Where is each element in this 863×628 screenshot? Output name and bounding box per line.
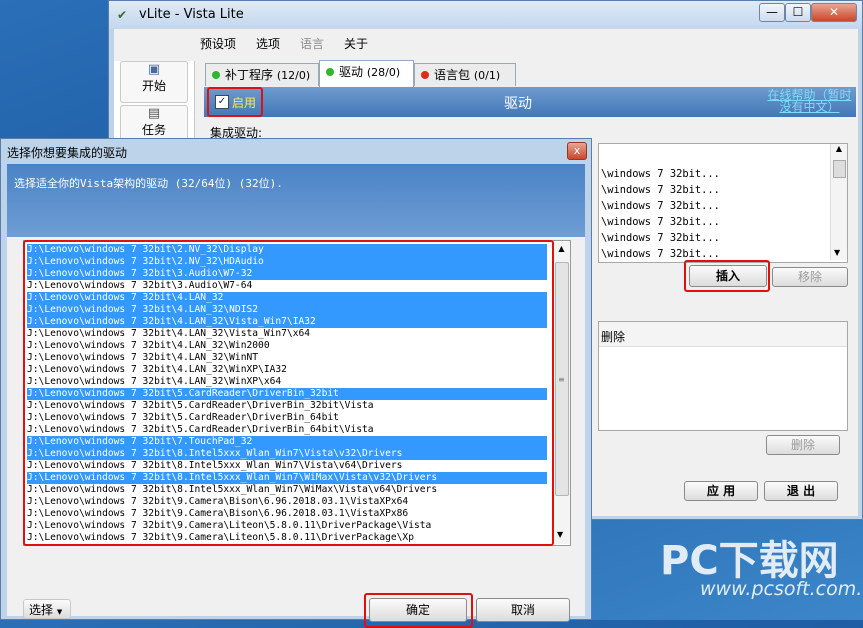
watermark-url: www.pcsoft.com.cn (700, 578, 863, 600)
scroll-thumb[interactable] (833, 160, 846, 178)
scroll-up-icon[interactable]: ▲ (831, 144, 847, 153)
driver-list-right[interactable]: \windows 7 32bit... \windows 7 32bit... … (598, 143, 848, 263)
list-item: \windows 7 32bit... (601, 232, 720, 244)
tab-langpack-count: (0/1) (473, 69, 501, 82)
tab-langpack-label: 语言包 (434, 68, 471, 82)
dialog-title-bar[interactable]: 选择你想要集成的驱动 x (1, 139, 591, 163)
apply-button[interactable]: 应 用 (684, 481, 758, 501)
right-list-scrollbar[interactable]: ▲ ▼ (830, 144, 847, 260)
driver-list-highlight-box (23, 240, 554, 546)
remove-button[interactable]: 移除 (772, 267, 848, 287)
dialog-title: 选择你想要集成的驱动 (7, 146, 128, 160)
vlite-app-icon: ✔ (117, 8, 128, 22)
menu-presets[interactable]: 预设项 (200, 35, 236, 52)
tab-drivers-count: (28/0) (366, 66, 401, 79)
delete-button[interactable]: 删除 (766, 435, 840, 455)
start-label: 开始 (141, 79, 166, 93)
minimize-button[interactable]: — (759, 3, 785, 22)
green-status-icon (326, 68, 334, 76)
chevron-down-icon: ▼ (56, 608, 63, 616)
start-button[interactable]: ▣ 开始 (120, 61, 188, 103)
delete-list[interactable]: 删除 (598, 321, 848, 431)
tasks-label: 任务 (141, 123, 166, 137)
insert-button[interactable]: 插入 (689, 265, 767, 287)
menu-options[interactable]: 选项 (256, 35, 280, 52)
dialog-banner: 选择适全你的Vista架构的驱动 (32/64位) (32位). (7, 164, 585, 237)
dialog-close-icon[interactable]: x (567, 142, 587, 160)
enable-label: 启用 (232, 96, 257, 110)
scroll-up-icon[interactable]: ▲ (553, 244, 570, 253)
close-button[interactable]: ✕ (811, 3, 857, 22)
delete-column-label: 删除 (601, 330, 626, 344)
cancel-button[interactable]: 取消 (476, 598, 570, 622)
dialog-client-area: 选择适全你的Vista架构的驱动 (32/64位) (32位). J:\Leno… (7, 164, 585, 628)
tasks-icon: ▤ (147, 106, 161, 121)
driver-list-scrollbar[interactable]: ▲ ≡ ▼ (552, 242, 570, 544)
floppy-icon: ▣ (147, 62, 161, 77)
list-item: \windows 7 32bit... (601, 216, 720, 228)
enable-checkbox[interactable]: ✓ (215, 95, 229, 109)
tab-hotfixes[interactable]: 补丁程序 (12/0) (205, 63, 319, 86)
delete-list-header (599, 322, 847, 347)
green-status-icon (212, 71, 220, 79)
main-title-bar[interactable]: ✔ vLite - Vista Lite — ☐ ✕ (109, 1, 862, 29)
main-window-title: vLite - Vista Lite (139, 7, 244, 22)
online-help-link[interactable]: 在线帮助（暂时没有中文） (767, 89, 852, 113)
menu-language[interactable]: 语言 (300, 35, 324, 52)
exit-button[interactable]: 退 出 (764, 481, 838, 501)
scroll-down-icon[interactable]: ▼ (834, 248, 840, 257)
section-title: 驱动 (504, 96, 532, 112)
list-item: \windows 7 32bit... (601, 248, 720, 260)
select-label: 选择 (29, 603, 54, 617)
tab-language-packs[interactable]: 语言包 (0/1) (414, 63, 516, 86)
tab-hotfixes-count: (12/0) (276, 69, 311, 82)
list-item: \windows 7 32bit... (601, 168, 720, 180)
grip-icon: ≡ (558, 375, 565, 384)
dialog-banner-text: 选择适全你的Vista架构的驱动 (32/64位) (32位). (14, 177, 283, 190)
tab-drivers[interactable]: 驱动 (28/0) (319, 60, 414, 87)
list-item: \windows 7 32bit... (601, 184, 720, 196)
red-status-icon (421, 71, 429, 79)
list-item: \windows 7 32bit... (601, 200, 720, 212)
maximize-button[interactable]: ☐ (785, 3, 811, 22)
scroll-down-icon[interactable]: ▼ (557, 530, 563, 539)
menu-about[interactable]: 关于 (344, 35, 368, 52)
tab-hotfixes-label: 补丁程序 (225, 68, 274, 82)
drivers-header-bar: ✓ 启用 驱动 在线帮助（暂时没有中文） (204, 87, 856, 117)
driver-select-dialog: 选择你想要集成的驱动 x 选择适全你的Vista架构的驱动 (32/64位) (… (0, 138, 592, 628)
scroll-thumb[interactable]: ≡ (555, 262, 569, 496)
tab-drivers-label: 驱动 (339, 65, 364, 79)
select-dropdown-button[interactable]: 选择 ▼ (23, 599, 71, 619)
ok-button[interactable]: 确定 (369, 598, 467, 622)
